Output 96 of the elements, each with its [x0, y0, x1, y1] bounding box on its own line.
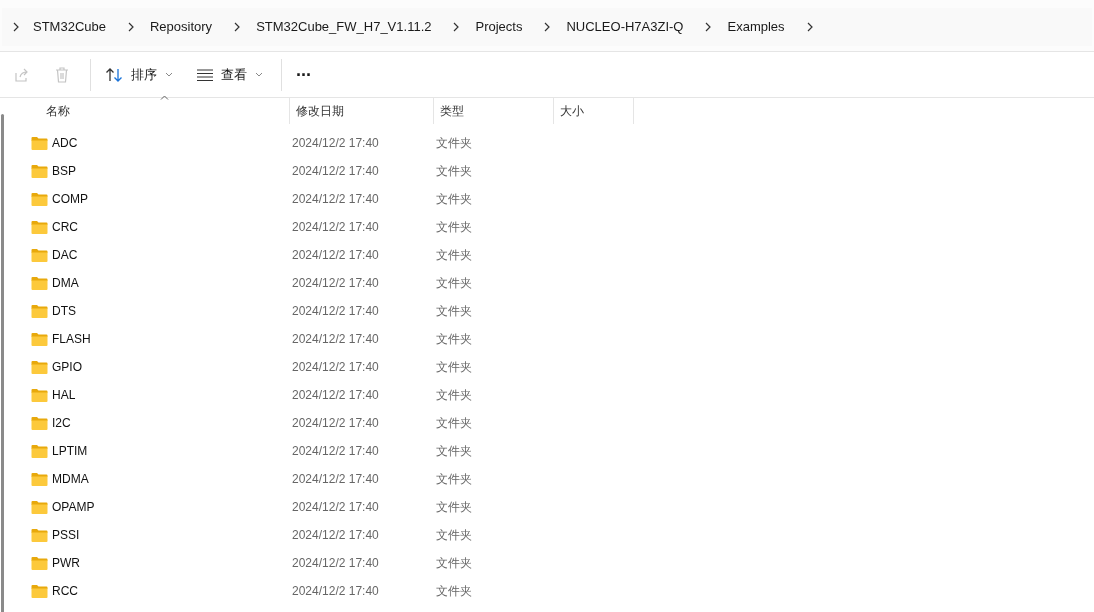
folder-icon: [31, 472, 48, 486]
folder-icon: [31, 220, 48, 234]
folder-icon: [31, 556, 48, 570]
item-type: 文件夹: [436, 416, 472, 430]
file-name[interactable]: MDMA: [52, 470, 89, 488]
folder-icon: [31, 500, 48, 514]
folder-icon: [31, 528, 48, 542]
sort-ascending-icon: [160, 95, 169, 100]
file-name[interactable]: DTS: [52, 302, 76, 320]
folder-icon: [31, 416, 48, 430]
file-name[interactable]: CRC: [52, 218, 78, 236]
item-type: 文件夹: [436, 584, 472, 598]
file-name[interactable]: PWR: [52, 554, 80, 572]
view-menu-button[interactable]: 查看: [191, 56, 269, 93]
folder-icon: [31, 388, 48, 402]
item-type: 文件夹: [436, 164, 472, 178]
folder-icon: [31, 248, 48, 262]
sort-menu-button[interactable]: 排序: [99, 56, 179, 93]
modified-date: 2024/12/2 17:40: [292, 248, 379, 262]
modified-date: 2024/12/2 17:40: [292, 528, 379, 542]
item-type: 文件夹: [436, 220, 472, 234]
chevron-right-icon: [127, 22, 135, 32]
chevron-right-icon: [543, 22, 552, 32]
modified-date: 2024/12/2 17:40: [292, 360, 379, 374]
chevron-right-icon: [452, 22, 461, 32]
item-type: 文件夹: [436, 444, 472, 458]
trash-icon: [54, 66, 70, 83]
scrollbar[interactable]: [1, 114, 4, 612]
file-name[interactable]: ADC: [52, 134, 78, 152]
folder-icon: [31, 444, 48, 458]
column-header[interactable]: 名称: [46, 102, 70, 120]
caret-icon: [255, 72, 263, 77]
file-name[interactable]: OPAMP: [52, 498, 95, 516]
file-name[interactable]: RCC: [52, 582, 78, 600]
caret-icon: [165, 72, 173, 77]
folder-icon: [31, 304, 48, 318]
item-type: 文件夹: [436, 360, 472, 374]
breadcrumb-item[interactable]: STM32Cube: [30, 17, 109, 37]
chevron-right-icon: [233, 22, 242, 32]
modified-date: 2024/12/2 17:40: [292, 332, 379, 346]
breadcrumb-item[interactable]: NUCLEO-H7A3ZI-Q: [563, 17, 687, 37]
list-view-icon: [197, 68, 213, 81]
breadcrumb-item[interactable]: Examples: [724, 17, 788, 37]
file-name[interactable]: GPIO: [52, 358, 82, 376]
folder-icon: [31, 164, 48, 178]
folder-icon: [31, 332, 48, 346]
folder-icon: [31, 584, 48, 598]
share-icon: [14, 66, 30, 83]
folder-icon: [31, 276, 48, 290]
chevron-right-icon: [805, 22, 814, 32]
file-name[interactable]: COMP: [52, 190, 88, 208]
modified-date: 2024/12/2 17:40: [292, 276, 379, 290]
item-type: 文件夹: [436, 276, 472, 290]
modified-date: 2024/12/2 17:40: [292, 556, 379, 570]
modified-date: 2024/12/2 17:40: [292, 192, 379, 206]
file-name[interactable]: DMA: [52, 274, 79, 292]
column-header[interactable]: 类型: [440, 102, 464, 120]
modified-date: 2024/12/2 17:40: [292, 304, 379, 318]
file-name[interactable]: PSSI: [52, 526, 80, 544]
more-options-button[interactable]: ···: [290, 56, 317, 93]
breadcrumb-item[interactable]: Repository: [147, 17, 216, 37]
item-type: 文件夹: [436, 500, 472, 514]
item-type: 文件夹: [436, 248, 472, 262]
sort-icon: [105, 66, 123, 83]
item-type: 文件夹: [436, 332, 472, 346]
file-name[interactable]: DAC: [52, 246, 78, 264]
file-name[interactable]: LPTIM: [52, 442, 88, 460]
item-type: 文件夹: [436, 192, 472, 206]
file-name[interactable]: FLASH: [52, 330, 91, 348]
file-name[interactable]: I2C: [52, 414, 71, 432]
folder-icon: [31, 192, 48, 206]
item-type: 文件夹: [436, 528, 472, 542]
modified-date: 2024/12/2 17:40: [292, 416, 379, 430]
modified-date: 2024/12/2 17:40: [292, 584, 379, 598]
file-name[interactable]: BSP: [52, 162, 76, 180]
folder-icon: [31, 136, 48, 150]
column-header[interactable]: 大小: [560, 102, 584, 120]
item-type: 文件夹: [436, 388, 472, 402]
item-type: 文件夹: [436, 556, 472, 570]
breadcrumb-item[interactable]: Projects: [472, 17, 526, 37]
item-type: 文件夹: [436, 136, 472, 150]
modified-date: 2024/12/2 17:40: [292, 220, 379, 234]
modified-date: 2024/12/2 17:40: [292, 388, 379, 402]
breadcrumb-item[interactable]: STM32Cube_FW_H7_V1.11.2: [253, 17, 435, 37]
modified-date: 2024/12/2 17:40: [292, 500, 379, 514]
modified-date: 2024/12/2 17:40: [292, 136, 379, 150]
chevron-right-icon: [704, 22, 713, 32]
column-header[interactable]: 修改日期: [296, 102, 344, 120]
item-type: 文件夹: [436, 304, 472, 318]
item-type: 文件夹: [436, 472, 472, 486]
file-name[interactable]: HAL: [52, 386, 76, 404]
folder-icon: [31, 360, 48, 374]
modified-date: 2024/12/2 17:40: [292, 164, 379, 178]
modified-date: 2024/12/2 17:40: [292, 472, 379, 486]
modified-date: 2024/12/2 17:40: [292, 444, 379, 458]
chevron-right-icon: [12, 22, 20, 32]
